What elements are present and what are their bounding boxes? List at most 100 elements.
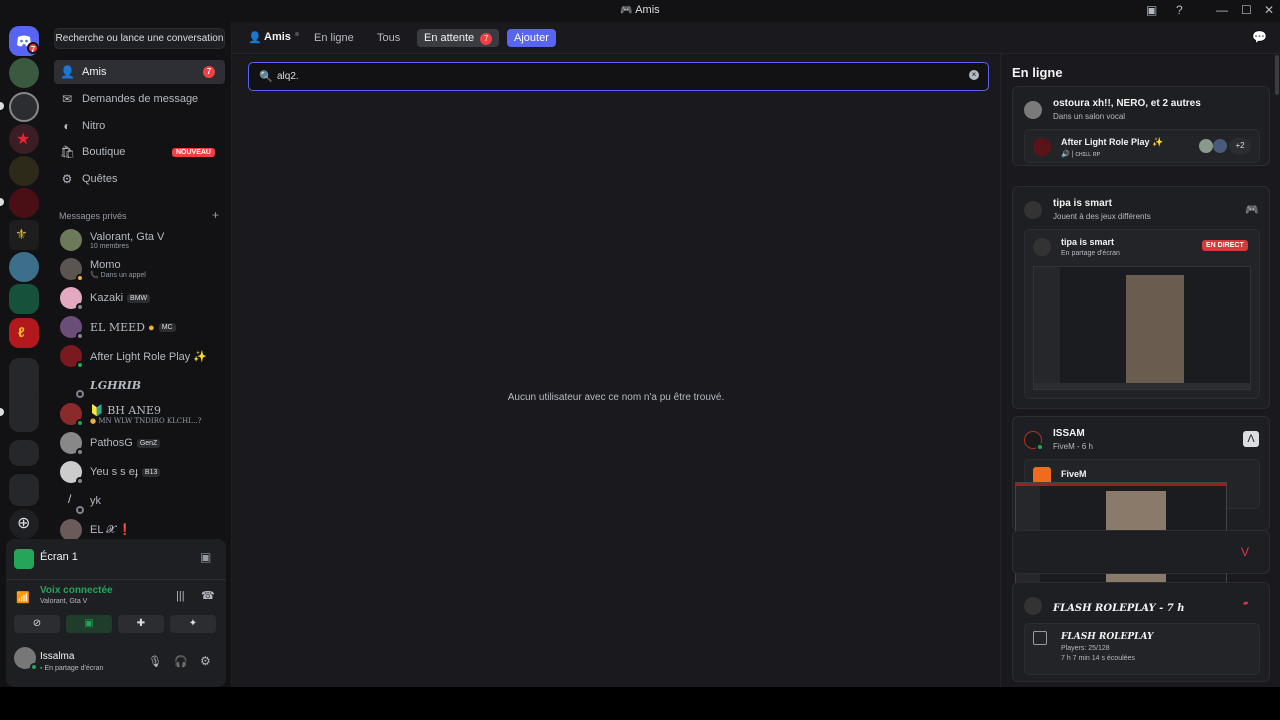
voice-channel[interactable]: Valorant, Gta V bbox=[40, 598, 87, 605]
extra-members-count: +2 bbox=[1229, 138, 1251, 154]
dm-subtext: 10 membres bbox=[90, 242, 129, 250]
avatar[interactable] bbox=[14, 647, 38, 671]
apps-icon: ✚ bbox=[136, 618, 146, 629]
server-icon[interactable] bbox=[9, 58, 39, 88]
server-icon[interactable] bbox=[9, 284, 39, 314]
search-friends-field[interactable]: 🔍 alq2. × bbox=[248, 62, 989, 91]
headphones-icon[interactable]: 🎧 bbox=[174, 655, 188, 668]
server-icon[interactable] bbox=[9, 188, 39, 218]
minimize-button[interactable]: — bbox=[1216, 3, 1228, 17]
nav-shop[interactable]: 🛍 Boutique NOUVEAU bbox=[54, 140, 225, 164]
voice-channel-card[interactable]: After Light Role Play ✨ 🔊 | ᴄʜɪʟʟ ʀᴘ +2 bbox=[1024, 129, 1260, 163]
server-folder[interactable] bbox=[9, 398, 39, 432]
scrollbar[interactable] bbox=[1275, 55, 1279, 95]
quests-icon: ⚙ bbox=[61, 172, 73, 186]
dm-name: LGHRIB bbox=[90, 378, 142, 392]
card-title: tipa is smart bbox=[1053, 198, 1112, 209]
soundboard-button[interactable]: ✦ bbox=[170, 615, 216, 633]
game-card[interactable]: FLASH ROLEPLAY Players: 25/128 7 h 7 min… bbox=[1024, 623, 1260, 675]
divider bbox=[6, 579, 226, 580]
stream-preview-card[interactable]: tipa is smart En partage d'écran EN DIRE… bbox=[1024, 229, 1260, 399]
activities-button[interactable]: ✚ bbox=[118, 615, 164, 633]
camera-off-icon: ⊘ bbox=[32, 618, 42, 629]
server-folder[interactable] bbox=[9, 474, 39, 506]
avatar bbox=[1213, 139, 1227, 153]
microphone-icon[interactable]: 🎙 bbox=[148, 655, 162, 668]
dm-item[interactable]: EL MEED ● MC bbox=[54, 313, 225, 341]
dm-subtext: ● MN WLW TNDIRO KLCHI...? bbox=[90, 416, 202, 425]
clear-search-icon[interactable]: × bbox=[969, 70, 979, 80]
dm-item[interactable]: LGHRIB bbox=[54, 371, 225, 399]
stream-thumbnail[interactable] bbox=[1033, 266, 1251, 390]
screen-share-icon[interactable]: ▣ bbox=[1146, 3, 1157, 17]
status-dot bbox=[76, 477, 84, 485]
dm-item[interactable]: PathosG GenZ bbox=[54, 429, 225, 457]
settings-icon[interactable]: ⚙ bbox=[200, 654, 211, 668]
nav-badge: 7 bbox=[203, 66, 215, 78]
broken-image-icon bbox=[1033, 631, 1047, 645]
server-folder[interactable] bbox=[9, 440, 39, 466]
search-input[interactable]: alq2. bbox=[277, 71, 299, 82]
nav-nitro[interactable]: ◐ Nitro bbox=[54, 114, 225, 138]
nav-friends[interactable]: 👤 Amis 7 bbox=[54, 60, 225, 84]
server-icon[interactable]: ℓ bbox=[9, 318, 39, 348]
avatar bbox=[1033, 238, 1051, 256]
status-dot bbox=[76, 361, 84, 369]
dm-item[interactable]: 🔰 BH ANE9 ● MN WLW TNDIRO KLCHI...? bbox=[54, 400, 225, 428]
avatar bbox=[1024, 597, 1042, 615]
dm-item[interactable]: After Light Role Play ✨ bbox=[54, 342, 225, 370]
activity-card[interactable]: tipa is smart Jouent à des jeux différen… bbox=[1012, 186, 1270, 409]
dm-item[interactable]: Valorant, Gta V 10 membres bbox=[54, 226, 225, 254]
quick-switcher-button[interactable]: Recherche ou lance une conversation bbox=[54, 28, 225, 49]
unread-indicator bbox=[0, 198, 4, 206]
user-tag: GenZ bbox=[136, 438, 161, 448]
server-icon[interactable] bbox=[9, 156, 39, 186]
dm-item[interactable]: Yeu s ѕ eɟ B13 bbox=[54, 458, 225, 486]
server-icon[interactable]: ★ bbox=[9, 124, 39, 154]
create-dm-icon[interactable]: + bbox=[212, 208, 219, 222]
avatar bbox=[60, 345, 84, 369]
card-title: ISSAM bbox=[1053, 428, 1085, 439]
avatar bbox=[60, 519, 82, 541]
shop-icon: 🛍 bbox=[60, 145, 76, 159]
activity-card[interactable]: V bbox=[1012, 530, 1270, 574]
camera-toggle-button[interactable]: ⊘ bbox=[14, 615, 60, 633]
server-icon[interactable] bbox=[9, 92, 39, 122]
maximize-button[interactable]: ☐ bbox=[1241, 3, 1252, 17]
new-group-dm-icon[interactable]: 💬 bbox=[1252, 30, 1267, 44]
home-button[interactable]: 7 bbox=[9, 26, 39, 56]
avatar bbox=[1024, 431, 1044, 451]
signal-icon: 📶 bbox=[16, 592, 30, 604]
nav-label: Quêtes bbox=[82, 173, 118, 185]
tab-all[interactable]: Tous bbox=[370, 29, 407, 47]
tab-online[interactable]: En ligne bbox=[307, 29, 361, 47]
user-tag: B13 bbox=[141, 467, 161, 477]
nav-quests[interactable]: ⚙ Quêtes bbox=[54, 167, 225, 191]
avatar bbox=[60, 461, 84, 485]
nav-message-requests[interactable]: ✉ Demandes de message bbox=[54, 87, 225, 111]
dm-item[interactable]: / yk bbox=[54, 487, 225, 515]
close-button[interactable]: ✕ bbox=[1264, 3, 1274, 17]
add-server-button[interactable]: ⊕ bbox=[9, 509, 39, 539]
server-icon[interactable]: ⚜ bbox=[9, 220, 39, 250]
disconnect-icon[interactable]: ☎ bbox=[201, 589, 215, 602]
server-icon[interactable] bbox=[9, 252, 39, 282]
username: Issalma bbox=[40, 651, 75, 662]
dm-name: yk bbox=[90, 495, 101, 507]
activity-card[interactable]: FLASH ROLEPLAY - 7 h ▰ FLASH ROLEPLAY Pl… bbox=[1012, 582, 1270, 682]
activity-card[interactable]: ostoura xh!!, NERO, et 2 autres Dans un … bbox=[1012, 86, 1270, 166]
taskbar-area bbox=[0, 687, 1280, 720]
dm-item[interactable]: Kazaki BMW bbox=[54, 284, 225, 312]
add-friend-button[interactable]: Ajouter bbox=[507, 29, 556, 47]
channel-title: After Light Role Play ✨ bbox=[1061, 137, 1164, 147]
avatar bbox=[1199, 139, 1213, 153]
tab-pending[interactable]: En attente 7 bbox=[417, 29, 500, 47]
help-icon[interactable]: ? bbox=[1176, 3, 1183, 17]
stop-stream-icon[interactable]: ▣ bbox=[200, 550, 211, 564]
voice-status[interactable]: Voix connectée bbox=[40, 585, 113, 596]
noise-suppression-icon[interactable]: ||| bbox=[176, 590, 185, 602]
game-elapsed: 7 h 7 min 14 s écoulées bbox=[1061, 655, 1135, 662]
dm-item[interactable]: Momo 📞 Dans un appel bbox=[54, 255, 225, 283]
friends-icon: 👤 bbox=[248, 32, 262, 44]
screen-share-button[interactable]: ▣ bbox=[66, 615, 112, 633]
